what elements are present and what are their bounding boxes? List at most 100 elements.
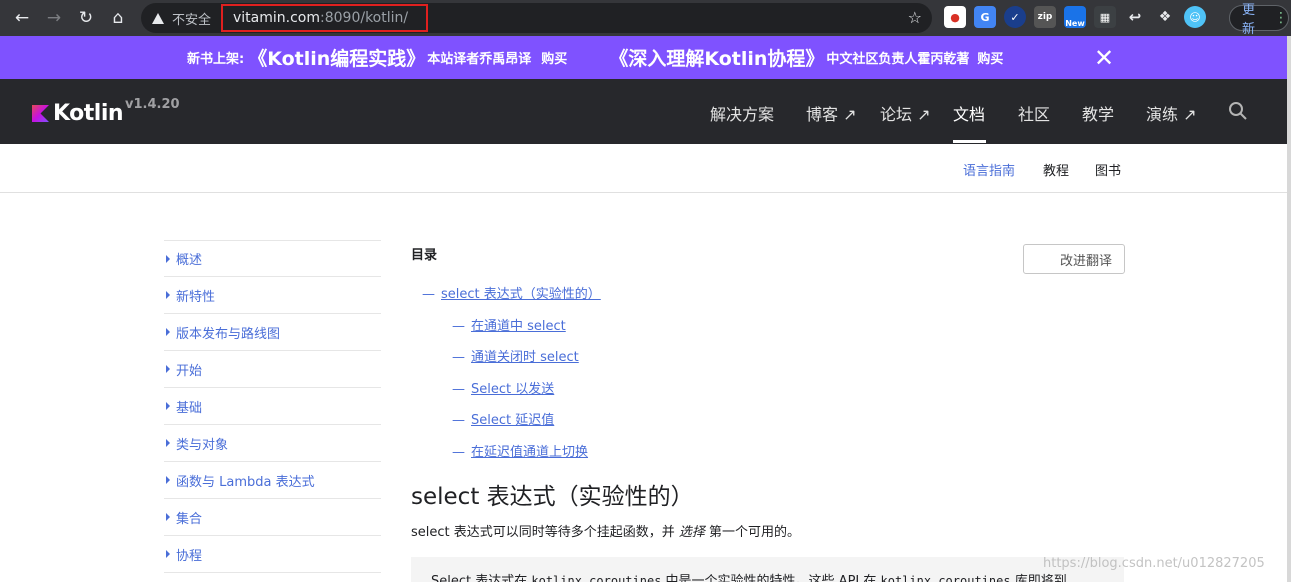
sidebar-item-label: 概述 bbox=[176, 253, 203, 268]
note-code: kotlinx.coroutines bbox=[880, 574, 1011, 582]
active-nav-underline bbox=[953, 140, 986, 143]
caret-right-icon bbox=[166, 439, 170, 447]
sidebar-item-label: 新特性 bbox=[176, 289, 216, 305]
toc-link[interactable]: 在通道中 select bbox=[471, 319, 566, 334]
toc-item[interactable]: — Select 延迟值 bbox=[452, 409, 554, 428]
bookmark-star-icon[interactable]: ☆ bbox=[908, 8, 922, 27]
version-label: v1.4.20 bbox=[125, 97, 180, 112]
toc-title: 目录 bbox=[411, 248, 438, 263]
toc-dash: — bbox=[452, 382, 465, 397]
tab-tutorials[interactable]: 教程 bbox=[1043, 160, 1069, 179]
warning-icon bbox=[152, 12, 164, 24]
sidebar-item-getting-started[interactable]: 开始 bbox=[164, 351, 381, 388]
toc-link[interactable]: Select 延迟值 bbox=[471, 413, 554, 428]
para-text: select 表达式可以同时等待多个挂起函数，并 bbox=[411, 525, 679, 540]
sidebar-item-label: 基础 bbox=[176, 400, 203, 416]
intro-paragraph: select 表达式可以同时等待多个挂起函数，并 选择 第一个可用的。 bbox=[411, 521, 800, 540]
sidebar-item-collections[interactable]: 集合 bbox=[164, 499, 381, 536]
page-scrollbar[interactable] bbox=[1287, 36, 1291, 582]
url-path: :8090/kotlin/ bbox=[320, 10, 409, 26]
toc-dash: — bbox=[452, 445, 465, 460]
caret-right-icon bbox=[166, 291, 170, 299]
home-icon[interactable]: ⌂ bbox=[104, 4, 132, 32]
site-header: Kotlin v1.4.20 解决方案 博客 ↗ 论坛 ↗ 文档 社区 教学 演… bbox=[0, 79, 1287, 144]
extension-red-icon[interactable]: ● bbox=[944, 6, 966, 28]
update-label: 更新 bbox=[1242, 3, 1256, 37]
caret-right-icon bbox=[166, 513, 170, 521]
translate-icon[interactable]: G bbox=[974, 6, 996, 28]
sidebar-item-classes[interactable]: 类与对象 bbox=[164, 425, 381, 462]
url-highlight[interactable]: vitamin.com:8090/kotlin/ bbox=[221, 4, 428, 32]
caret-right-icon bbox=[166, 550, 170, 558]
toc-link[interactable]: 在延迟值通道上切换 bbox=[471, 445, 588, 460]
promo-book2[interactable]: 《深入理解Kotlin协程》 bbox=[609, 44, 824, 71]
promo-banner: 新书上架: 《Kotlin编程实践》 本站译者乔禹昂译 购买 《深入理解Kotl… bbox=[0, 36, 1287, 79]
promo-label: 新书上架: bbox=[187, 52, 245, 67]
improve-translation-button[interactable]: 改进翻译 bbox=[1023, 244, 1125, 274]
close-icon[interactable]: ✕ bbox=[1094, 44, 1114, 72]
nav-blog[interactable]: 博客 ↗ bbox=[806, 101, 857, 125]
toc-item[interactable]: — Select 以发送 bbox=[452, 378, 554, 397]
more-icon[interactable]: ⋮ bbox=[1274, 10, 1288, 26]
nav-play[interactable]: 演练 ↗ bbox=[1146, 101, 1197, 125]
check-icon[interactable]: ✓ bbox=[1004, 6, 1026, 28]
para-text-end: 第一个可用的。 bbox=[704, 525, 801, 540]
note-text: 库即将到 bbox=[1010, 574, 1067, 582]
sidebar-item-label: 版本发布与路线图 bbox=[176, 326, 281, 342]
zip-icon[interactable]: zip bbox=[1034, 6, 1056, 28]
sidebar-item-label: 集合 bbox=[176, 511, 203, 527]
nav-solutions[interactable]: 解决方案 bbox=[710, 101, 774, 125]
address-bar[interactable]: 不安全 vitamin.com:8090/kotlin/ ☆ bbox=[141, 3, 932, 33]
security-label: 不安全 bbox=[172, 12, 212, 28]
update-button[interactable]: 更新 ⋮ bbox=[1229, 3, 1289, 37]
url-host: vitamin.com bbox=[233, 10, 320, 26]
avatar[interactable]: ☺ bbox=[1184, 6, 1206, 28]
forward-icon[interactable]: → bbox=[40, 4, 68, 32]
browser-toolbar: ← → ↻ ⌂ 不安全 vitamin.com:8090/kotlin/ ☆ ●… bbox=[0, 0, 1291, 37]
tab-books[interactable]: 图书 bbox=[1095, 160, 1121, 179]
toc-item[interactable]: — 在延迟值通道上切换 bbox=[452, 441, 588, 460]
promo-buy1-link[interactable]: 购买 bbox=[541, 48, 567, 67]
caret-right-icon bbox=[166, 402, 170, 410]
sidebar-item-releases[interactable]: 版本发布与路线图 bbox=[164, 314, 381, 351]
curved-arrow-icon[interactable]: ↩ bbox=[1124, 6, 1146, 28]
toc-item[interactable]: — 通道关闭时 select bbox=[452, 346, 579, 365]
puzzle-icon[interactable]: ❖ bbox=[1154, 6, 1176, 28]
reload-icon[interactable]: ↻ bbox=[72, 4, 100, 32]
note-text: 中是一个实验性的特性。这些 API 在 bbox=[661, 574, 881, 582]
kotlin-logo-icon bbox=[32, 105, 49, 122]
search-icon[interactable] bbox=[1228, 101, 1248, 121]
sidebar-item-functions[interactable]: 函数与 Lambda 表达式 bbox=[164, 462, 381, 499]
grid-icon[interactable]: ▦ bbox=[1094, 6, 1116, 28]
toc-item[interactable]: — 在通道中 select bbox=[452, 315, 566, 334]
promo-book1[interactable]: 《Kotlin编程实践》 bbox=[248, 44, 425, 71]
docs-subnav: 语言指南 教程 图书 bbox=[0, 144, 1287, 193]
promo-buy2-link[interactable]: 购买 bbox=[977, 48, 1003, 67]
sidebar-item-overview[interactable]: 概述 bbox=[164, 240, 381, 277]
toc-link[interactable]: select 表达式（实验性的） bbox=[441, 287, 601, 302]
sidebar-item-whatsnew[interactable]: 新特性 bbox=[164, 277, 381, 314]
watermark: https://blog.csdn.net/u012827205 bbox=[1043, 556, 1265, 571]
toc-dash: — bbox=[452, 413, 465, 428]
promo-desc2: 中文社区负责人霍丙乾著 bbox=[826, 52, 970, 67]
toc-item[interactable]: — select 表达式（实验性的） bbox=[422, 283, 601, 302]
experimental-note: Select 表达式在 kotlinx.coroutines 中是一个实验性的特… bbox=[411, 557, 1124, 582]
toc-dash: — bbox=[422, 287, 435, 302]
back-icon[interactable]: ← bbox=[8, 4, 36, 32]
caret-right-icon bbox=[166, 254, 170, 263]
sidebar-item-coroutines[interactable]: 协程 bbox=[164, 536, 381, 573]
toc-dash: — bbox=[452, 319, 465, 334]
toc-link[interactable]: 通道关闭时 select bbox=[471, 350, 579, 365]
nav-docs[interactable]: 文档 bbox=[953, 101, 985, 125]
caret-right-icon bbox=[166, 365, 170, 373]
nav-teach[interactable]: 教学 bbox=[1082, 101, 1114, 125]
sidebar-item-basics[interactable]: 基础 bbox=[164, 388, 381, 425]
kotlin-logo[interactable]: Kotlin bbox=[32, 101, 124, 126]
caret-right-icon bbox=[166, 328, 170, 336]
toc-link[interactable]: Select 以发送 bbox=[471, 382, 554, 397]
sidebar-item-label: 开始 bbox=[176, 363, 203, 379]
nav-forum[interactable]: 论坛 ↗ bbox=[880, 101, 931, 125]
new-badge-icon[interactable]: New bbox=[1064, 6, 1086, 28]
tab-language-guide[interactable]: 语言指南 bbox=[963, 160, 1015, 179]
nav-community[interactable]: 社区 bbox=[1018, 101, 1050, 125]
